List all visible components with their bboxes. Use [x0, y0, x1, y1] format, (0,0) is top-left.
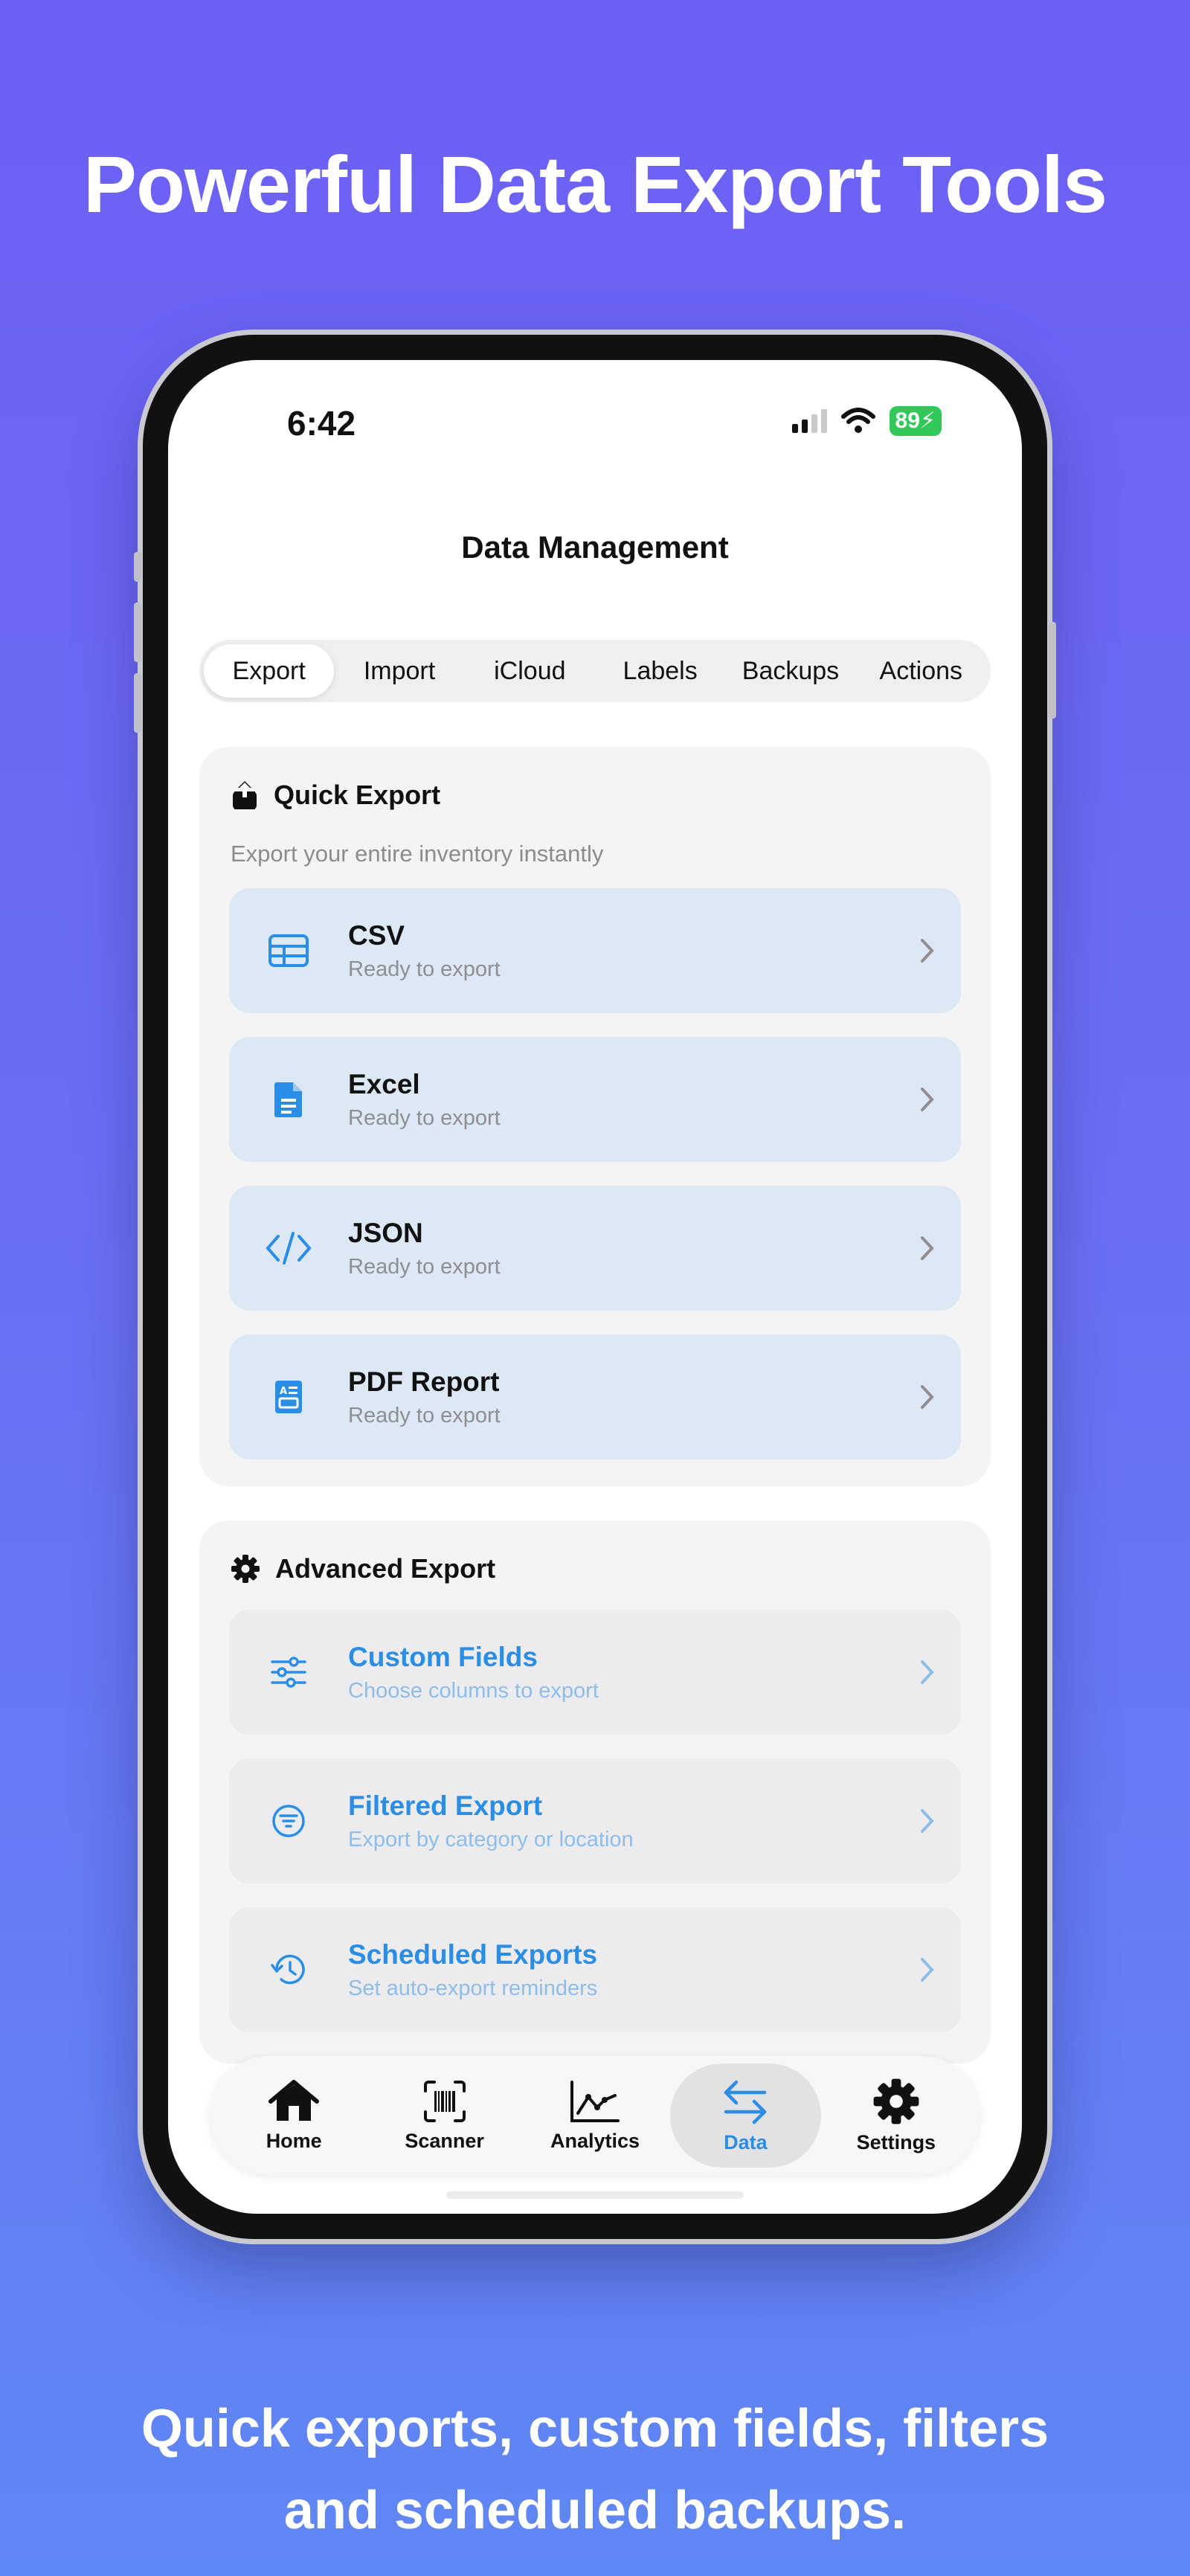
battery-level: 89: [895, 408, 920, 433]
tabbar-analytics-label: Analytics: [550, 2129, 640, 2152]
svg-text:A: A: [280, 1386, 287, 1397]
power-button: [1049, 622, 1056, 719]
quick-export-card: Quick Export Export your entire inventor…: [199, 747, 991, 1486]
section-tabs: Export Import iCloud Labels Backups Acti…: [199, 640, 991, 702]
phone-frame: 6:42 89⚡ Data Management Export Import i…: [134, 335, 1056, 2239]
export-pdf-title: PDF Report: [348, 1366, 500, 1397]
volume-up-button: [134, 603, 141, 662]
export-excel-desc: Ready to export: [348, 1105, 501, 1130]
custom-fields-desc: Choose columns to export: [348, 1678, 599, 1703]
gear-icon: [231, 1555, 260, 1583]
barcode-icon: [423, 2080, 466, 2122]
subheadline-line-1: Quick exports, custom fields, filters: [141, 2399, 1049, 2458]
tabbar-analytics[interactable]: Analytics: [520, 2063, 670, 2168]
export-json-row[interactable]: JSON Ready to export: [229, 1186, 961, 1311]
scheduled-exports-row[interactable]: Scheduled Exports Set auto-export remind…: [229, 1907, 961, 2032]
status-bar: 6:42 89⚡: [168, 360, 1022, 457]
tabbar-data-label: Data: [724, 2130, 768, 2153]
export-excel-title: Excel: [348, 1068, 420, 1099]
gear-icon: [873, 2078, 919, 2124]
page-title: Data Management: [461, 530, 729, 565]
tabbar-data[interactable]: Data: [670, 2063, 821, 2168]
share-icon: [233, 781, 257, 809]
subheadline-line-2: and scheduled backups.: [283, 2481, 907, 2540]
tab-export[interactable]: Export: [204, 644, 335, 698]
tabbar-home[interactable]: Home: [219, 2063, 369, 2168]
chevron-right-icon: [921, 939, 934, 963]
quick-export-header: Quick Export: [231, 780, 440, 811]
app-screen: 6:42 89⚡ Data Management Export Import i…: [168, 360, 1022, 2214]
chevron-right-icon: [921, 1958, 934, 1982]
export-pdf-desc: Ready to export: [348, 1403, 501, 1427]
tabbar-settings-label: Settings: [856, 2130, 936, 2153]
mute-switch: [134, 552, 141, 582]
tab-icloud[interactable]: iCloud: [465, 644, 595, 698]
status-icons: 89⚡: [791, 405, 942, 437]
export-csv-row[interactable]: CSV Ready to export: [229, 888, 961, 1013]
scheduled-exports-desc: Set auto-export reminders: [348, 1976, 598, 2000]
home-indicator[interactable]: [446, 2191, 744, 2199]
table-icon: [268, 934, 309, 967]
export-csv-desc: Ready to export: [348, 957, 501, 981]
filtered-export-title: Filtered Export: [348, 1790, 543, 1821]
scheduled-exports-title: Scheduled Exports: [348, 1939, 598, 1970]
headline: Powerful Data Export Tools: [83, 139, 1107, 229]
tab-import[interactable]: Import: [334, 644, 464, 698]
report-icon: A: [275, 1381, 302, 1413]
status-time: 6:42: [287, 404, 356, 443]
tabbar-scanner-label: Scanner: [405, 2129, 484, 2152]
chevron-right-icon: [921, 1236, 934, 1260]
filtered-export-desc: Export by category or location: [348, 1827, 634, 1851]
export-csv-title: CSV: [348, 919, 405, 951]
code-icon: [266, 1232, 312, 1265]
filter-icon: [272, 1805, 305, 1837]
tab-labels[interactable]: Labels: [595, 644, 725, 698]
chevron-right-icon: [921, 1385, 934, 1409]
advanced-export-title: Advanced Export: [275, 1553, 496, 1584]
sliders-icon: [271, 1657, 306, 1688]
custom-fields-row[interactable]: Custom Fields Choose columns to export: [229, 1610, 961, 1735]
chevron-right-icon: [921, 1660, 934, 1684]
advanced-export-header: Advanced Export: [231, 1553, 495, 1584]
volume-down-button: [134, 673, 141, 733]
subheadline: Quick exports, custom fields, filters an…: [0, 2388, 1190, 2551]
arrows-icon: [724, 2080, 767, 2124]
advanced-export-card: Advanced Export Custom Fields Choose col…: [199, 1520, 991, 2063]
tab-bar: Home Scanner Analytics Data Settings: [210, 2056, 980, 2175]
history-icon: [271, 1954, 305, 1985]
export-excel-row[interactable]: Excel Ready to export: [229, 1037, 961, 1162]
quick-export-subtitle: Export your entire inventory instantly: [231, 841, 604, 867]
house-icon: [268, 2079, 320, 2121]
chevron-right-icon: [921, 1088, 934, 1111]
tabbar-settings[interactable]: Settings: [821, 2063, 971, 2168]
export-pdf-row[interactable]: A PDF Report Ready to export: [229, 1334, 961, 1459]
custom-fields-title: Custom Fields: [348, 1641, 538, 1672]
quick-export-title: Quick Export: [274, 780, 441, 810]
signal-icon: [791, 409, 827, 433]
filtered-export-row[interactable]: Filtered Export Export by category or lo…: [229, 1758, 961, 1883]
export-json-desc: Ready to export: [348, 1254, 501, 1279]
chart-icon: [570, 2080, 620, 2122]
document-icon: [274, 1082, 302, 1117]
tabbar-scanner[interactable]: Scanner: [369, 2063, 519, 2168]
tabbar-home-label: Home: [266, 2129, 322, 2152]
tab-backups[interactable]: Backups: [725, 644, 855, 698]
chevron-right-icon: [921, 1809, 934, 1833]
tab-actions[interactable]: Actions: [856, 644, 986, 698]
wifi-icon: [840, 408, 875, 433]
export-json-title: JSON: [348, 1217, 423, 1248]
battery-icon: 89⚡: [889, 406, 942, 436]
